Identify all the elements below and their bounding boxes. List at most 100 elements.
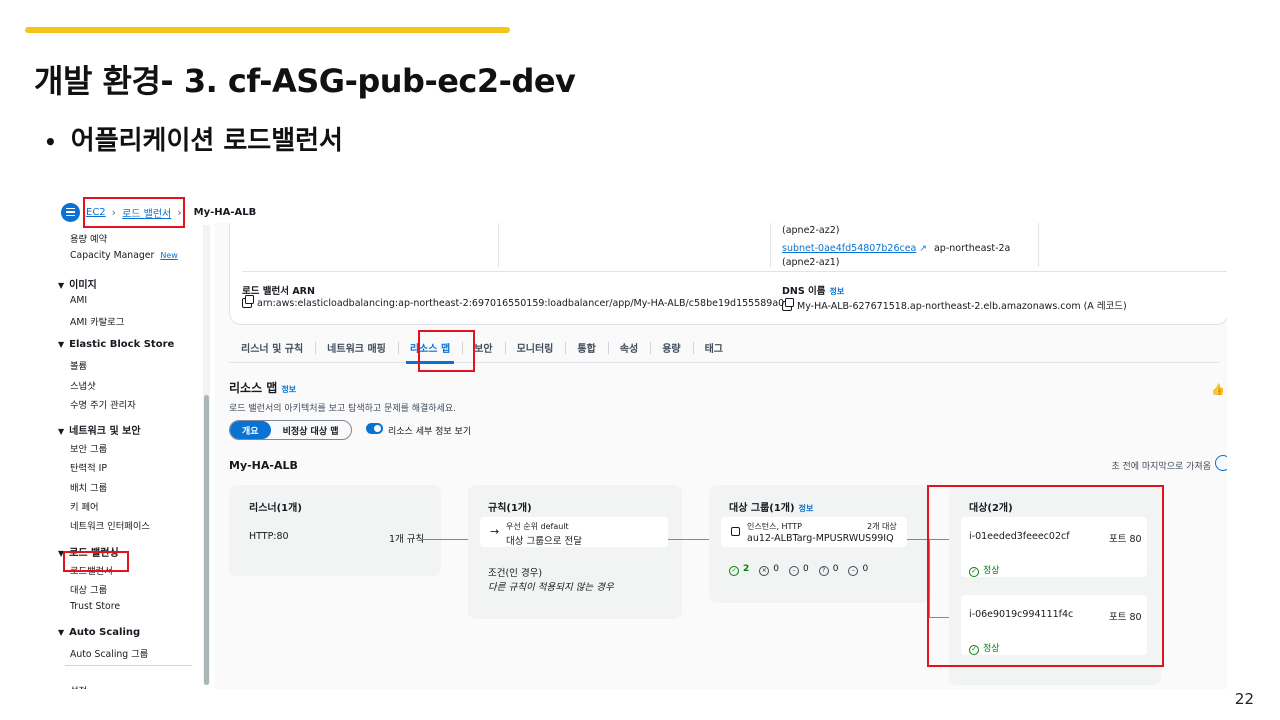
target-groups-card: 대상 그룹(1개) 정보 인스턴스, HTTP 2개 대상 au12-ALBTar… [709, 485, 931, 603]
target-group-row[interactable]: 인스턴스, HTTP 2개 대상 au12-ALBTarg-MPUSRWUS99… [721, 517, 907, 547]
listeners-title: 리스너(1개) [249, 503, 302, 514]
sidebar-item-6[interactable]: 볼륨 [70, 358, 87, 372]
listeners-card: 리스너(1개) HTTP:80 1개 규칙 [229, 485, 441, 576]
resource-details-toggle[interactable] [366, 423, 383, 434]
sidebar-item-4[interactable]: AMI 카탈로그 [70, 314, 124, 328]
az2-text: (apne2-az2) [782, 225, 840, 236]
status-circle-icon: ? [818, 566, 829, 576]
status-circle-icon: ✓ [729, 566, 739, 576]
listener-rule-count: 1개 규칙 [389, 534, 425, 545]
subnet-link[interactable]: subnet-0ae4fd54807b26cea [782, 243, 916, 254]
slide-bullet: • 어플리케이션 로드밸런서 [44, 120, 343, 157]
sidebar-section-2[interactable]: ▼ 이미지 [58, 276, 97, 291]
status-circle-icon: – [789, 566, 799, 576]
page-number: 22 [1234, 690, 1254, 708]
health-stat-4: –0 [848, 564, 868, 576]
dns-info-link[interactable]: 정보 [829, 287, 844, 296]
hamburger-menu-icon[interactable] [61, 202, 80, 222]
resource-map-info-link[interactable]: 정보 [281, 385, 296, 394]
rule-condition-label: 조건(인 경우) [488, 568, 543, 579]
rule-condition-value: 다른 규칙이 적용되지 않는 경우 [488, 582, 614, 593]
tab-0[interactable]: 리스너 및 규칙 [229, 333, 315, 363]
slide-title: 개발 환경- 3. cf-ASG-pub-ec2-dev [34, 62, 576, 100]
scrollbar-thumb[interactable] [204, 395, 209, 685]
copy-icon[interactable] [242, 295, 254, 308]
sidebar-nav: 용량 예약 Capacity Manager New ▼ 이미지 AMI AMI 카탈로그 ▼… [55, 229, 205, 689]
highlight-sidebar-load-balancer [63, 551, 129, 572]
caret-down-icon: ▼ [58, 340, 65, 350]
copy-icon[interactable] [782, 298, 794, 311]
sidebar-item-20[interactable]: Auto Scaling 그룹 [70, 646, 148, 660]
segment-overview[interactable]: 개요 [230, 421, 271, 439]
segment-unhealthy-targets[interactable]: 비정상 대상 맵 [271, 421, 351, 439]
main-content: (apne2-az2) subnet-0ae4fd54807b26cea ↗ ap… [215, 223, 1227, 689]
rule-row[interactable]: → 우선 순위 default 대상 그룹으로 전달 [480, 517, 668, 547]
highlight-breadcrumb [83, 197, 185, 228]
sidebar-item-17[interactable]: 대상 그룹 [70, 582, 107, 596]
health-stat-1: × 0 [759, 564, 779, 576]
tab-bar: 리스너 및 규칙 네트워크 매핑 리소스 맵 보안 모니터링 통합 속성 용량 태그 [229, 333, 1219, 364]
sidebar-section-5[interactable]: ▼ Elastic Block Store [58, 339, 174, 350]
rules-card: 규칙(1개) → 우선 순위 default 대상 그룹으로 전달 조건(인 경… [468, 485, 682, 619]
view-segmented-control: 개요 비정상 대상 맵 [229, 420, 352, 440]
sidebar-item-10[interactable]: 보안 그룹 [70, 441, 107, 455]
az1-text: (apne2-az1) [782, 257, 840, 268]
instance-icon [731, 527, 740, 536]
sidebar-item-0[interactable]: 용량 예약 [70, 231, 107, 245]
sidebar-item-8[interactable]: 수명 주기 관리자 [70, 397, 136, 411]
sidebar-scrollbar[interactable] [203, 225, 210, 685]
arrow-right-icon: → [490, 525, 500, 538]
caret-down-icon: ▼ [58, 627, 65, 637]
sidebar-item-13[interactable]: 키 페어 [70, 499, 99, 513]
target-group-target-count: 2개 대상 [867, 522, 897, 531]
resource-map-title: 리소스 맵 정보 [229, 381, 297, 395]
arn-value: arn:aws:elasticloadbalancing:ap-northeas… [242, 295, 784, 309]
resource-details-toggle-label: 리소스 세부 정보 보기 [388, 427, 472, 437]
sidebar-item-18[interactable]: Trust Store [70, 601, 120, 612]
sidebar-item-1[interactable]: Capacity Manager New [70, 250, 178, 261]
caret-down-icon: ▼ [58, 280, 65, 290]
resource-map-description: 로드 밸런서의 아키텍처를 보고 탐색하고 문제를 해결하세요. [229, 404, 457, 414]
listener-protocol[interactable]: HTTP:80 [249, 531, 289, 542]
sidebar-section-19[interactable]: ▼ Auto Scaling [58, 627, 140, 638]
health-stat-0: ✓ 2 [729, 564, 749, 576]
rule-action: 대상 그룹으로 전달 [506, 536, 582, 547]
highlight-targets-card [927, 485, 1164, 667]
last-fetched-text: 초 전에 마지막으로 가져옴 [1111, 462, 1211, 472]
health-stat-3: ? 0 [818, 564, 838, 576]
sidebar-section-9[interactable]: ▼ 네트워크 및 보안 [58, 422, 141, 437]
status-circle-icon: × [759, 566, 770, 576]
rule-priority: 우선 순위 default [506, 522, 569, 531]
breadcrumb-current: My-HA-ALB [193, 206, 257, 218]
tab-4[interactable]: 모니터링 [504, 333, 566, 363]
tab-1[interactable]: 네트워크 매핑 [315, 333, 398, 363]
sidebar-item-3[interactable]: AMI [70, 295, 87, 306]
health-stat-2: –0 [789, 564, 809, 576]
sidebar-item-settings[interactable]: 설정 [70, 683, 87, 689]
sidebar-item-11[interactable]: 탄력적 IP [70, 460, 107, 474]
sidebar-item-12[interactable]: 배치 그룹 [70, 480, 107, 494]
slide-bullet-text: 어플리케이션 로드밸런서 [70, 126, 343, 156]
dns-value: My-HA-ALB-627671518.ap-northeast-2.elb.a… [782, 298, 1127, 312]
load-balancer-name: My-HA-ALB [229, 459, 298, 472]
target-groups-info-link[interactable]: 정보 [799, 504, 814, 513]
sidebar-item-7[interactable]: 스냅샷 [70, 378, 96, 392]
target-group-health-stats: ✓ 2 × 0 –0 ? 0 –0 [729, 563, 878, 576]
subnet-region: ap-northeast-2a [933, 243, 1011, 254]
sidebar-item-14[interactable]: 네트워크 인터페이스 [70, 518, 150, 532]
thumbs-up-icon[interactable]: 👍 [1211, 383, 1225, 396]
tab-8[interactable]: 태그 [692, 333, 735, 363]
tab-6[interactable]: 속성 [607, 333, 650, 363]
dns-label: DNS 이름 정보 [782, 286, 845, 297]
subnet-row: subnet-0ae4fd54807b26cea ↗ ap-northeast-2… [782, 243, 1010, 254]
tab-7[interactable]: 용량 [650, 333, 692, 363]
external-link-icon: ↗ [919, 244, 927, 254]
details-panel: (apne2-az2) subnet-0ae4fd54807b26cea ↗ ap… [229, 223, 1227, 325]
refresh-icon[interactable] [1215, 455, 1227, 471]
target-group-name: au12-ALBTarg-MPUSRWUS99IQ [747, 533, 894, 544]
tab-5[interactable]: 통합 [565, 333, 607, 363]
target-groups-title: 대상 그룹(1개) 정보 [729, 503, 814, 514]
target-group-type: 인스턴스, HTTP [747, 522, 802, 531]
new-badge: New [160, 251, 178, 261]
status-circle-icon: – [848, 566, 859, 576]
